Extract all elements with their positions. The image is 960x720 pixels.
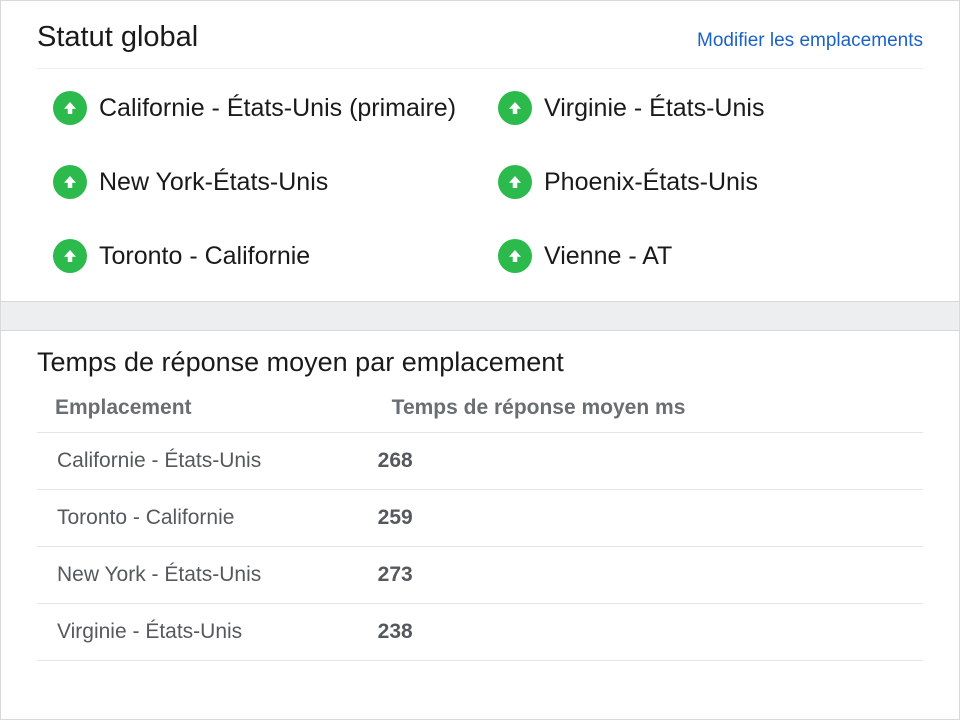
cell-avg-ms: 259 (374, 490, 923, 547)
cell-avg-ms: 273 (374, 547, 923, 604)
location-grid: Californie - États-Unis (primaire) Virgi… (37, 91, 923, 273)
location-item: Virginie - États-Unis (498, 91, 923, 125)
table-header-row: Emplacement Temps de réponse moyen ms (37, 396, 923, 433)
global-status-panel: Statut global Modifier les emplacements … (1, 1, 959, 301)
location-label: Phoenix-États-Unis (544, 168, 758, 197)
cell-location: Californie - États-Unis (37, 433, 374, 490)
status-up-icon (498, 91, 532, 125)
cell-location: Virginie - États-Unis (37, 604, 374, 661)
panel-separator (1, 301, 959, 331)
avg-response-title: Temps de réponse moyen par emplacement (37, 347, 923, 378)
location-label: Vienne - AT (544, 242, 672, 271)
table-row: Californie - États-Unis 268 (37, 433, 923, 490)
col-header-avg-ms: Temps de réponse moyen ms (374, 396, 923, 433)
cell-avg-ms: 238 (374, 604, 923, 661)
col-header-location: Emplacement (37, 396, 374, 433)
table-row: New York - États-Unis 273 (37, 547, 923, 604)
edit-locations-link[interactable]: Modifier les emplacements (697, 30, 923, 52)
location-label: New York-États-Unis (99, 168, 328, 197)
global-status-header: Statut global Modifier les emplacements (37, 21, 923, 69)
cell-location: Toronto - Californie (37, 490, 374, 547)
table-row: Virginie - États-Unis 238 (37, 604, 923, 661)
location-item: Toronto - Californie (53, 239, 478, 273)
status-up-icon (53, 165, 87, 199)
location-item: Californie - États-Unis (primaire) (53, 91, 478, 125)
cell-avg-ms: 268 (374, 433, 923, 490)
status-up-icon (53, 239, 87, 273)
table-row: Toronto - Californie 259 (37, 490, 923, 547)
location-label: Californie - États-Unis (primaire) (99, 94, 456, 123)
location-item: Vienne - AT (498, 239, 923, 273)
status-up-icon (498, 239, 532, 273)
location-item: New York-États-Unis (53, 165, 478, 199)
status-up-icon (498, 165, 532, 199)
status-up-icon (53, 91, 87, 125)
global-status-title: Statut global (37, 21, 198, 54)
avg-response-panel: Temps de réponse moyen par emplacement E… (1, 331, 959, 661)
location-label: Virginie - États-Unis (544, 94, 764, 123)
location-item: Phoenix-États-Unis (498, 165, 923, 199)
avg-response-table: Emplacement Temps de réponse moyen ms Ca… (37, 396, 923, 661)
cell-location: New York - États-Unis (37, 547, 374, 604)
location-label: Toronto - Californie (99, 242, 310, 271)
